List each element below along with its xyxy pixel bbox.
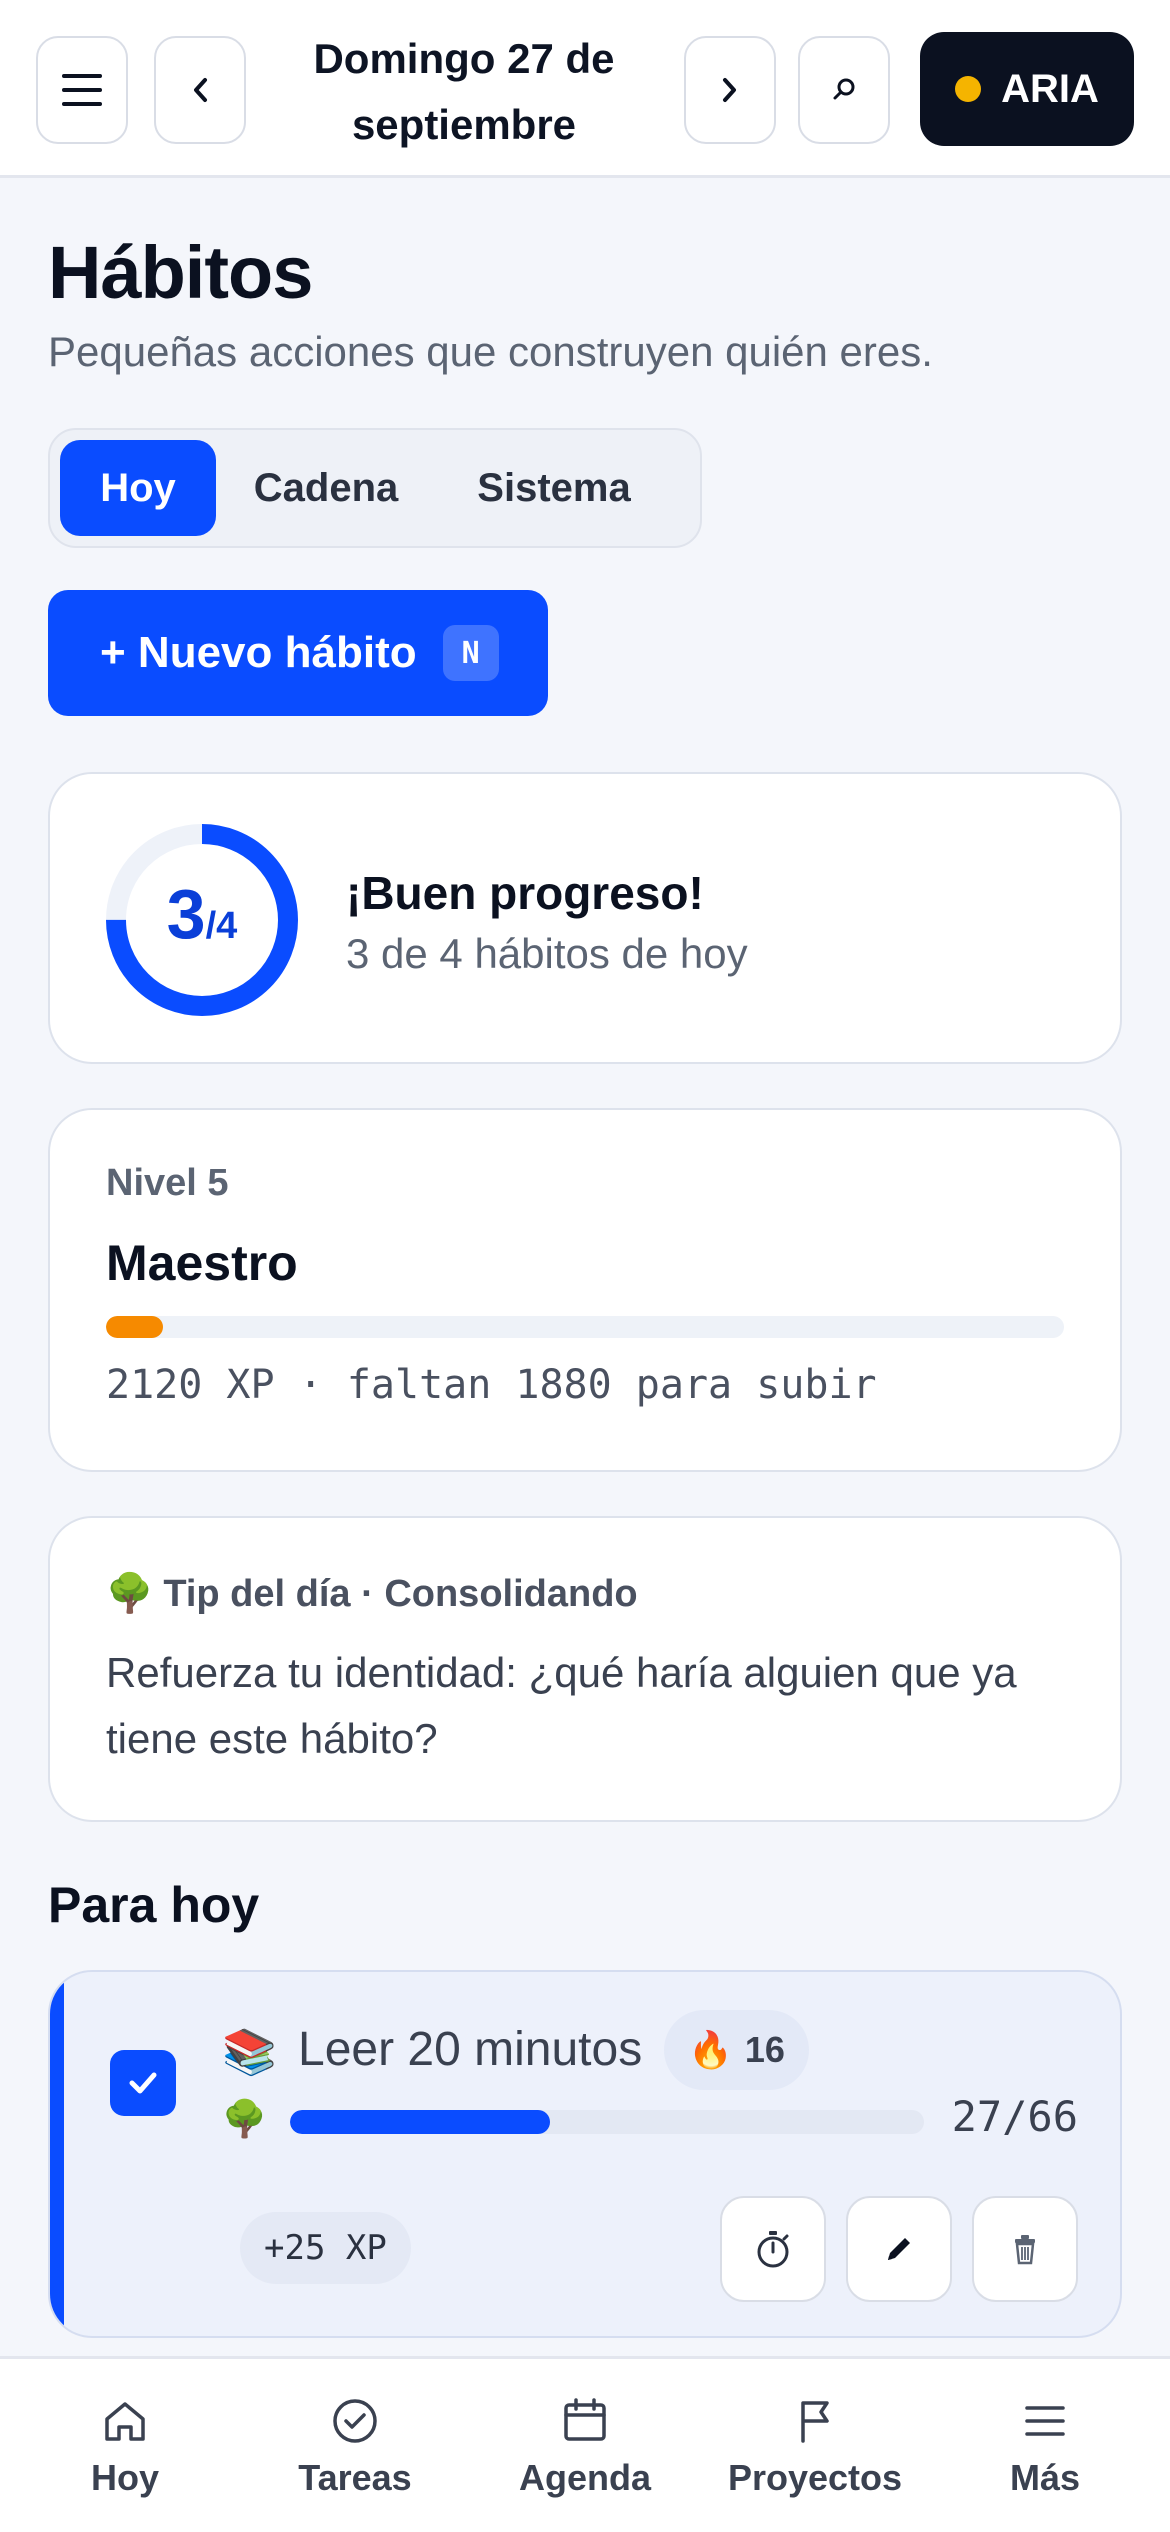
progress-ring-label: 3 /4 (104, 822, 300, 1018)
trash-icon (1015, 2235, 1035, 2265)
level-title: Maestro (106, 1235, 298, 1291)
new-habit-label: + Nuevo hábito (100, 628, 417, 677)
nav-item-agenda[interactable]: Agenda (468, 2359, 702, 2532)
nav-label-proyectos: Proyectos (727, 2457, 903, 2498)
tab-hoy[interactable]: Hoy (60, 440, 216, 536)
pencil-icon (888, 2238, 910, 2260)
nav-item-tareas[interactable]: Tareas (238, 2359, 472, 2532)
hamburger-icon (62, 74, 102, 106)
nav-label-hoy: Hoy (90, 2457, 159, 2498)
page-title: Hábitos (48, 231, 313, 314)
tree-icon: 🌳 (106, 1573, 154, 1615)
menu-button[interactable] (36, 36, 128, 144)
xp-reward-badge: +25 XP (240, 2212, 411, 2284)
level-progress-bar (106, 1316, 1064, 1338)
habit-progress-fill (290, 2110, 550, 2134)
nav-item-hoy[interactable]: Hoy (8, 2359, 242, 2532)
tip-heading: 🌳 Tip del día · Consolidando (106, 1572, 638, 1616)
habit-accent-bar (50, 1972, 64, 2336)
flag-icon (801, 2401, 829, 2443)
delete-button[interactable] (972, 2196, 1078, 2302)
edit-button[interactable] (846, 2196, 952, 2302)
tab-sistema[interactable]: Sistema (436, 440, 672, 536)
new-habit-button[interactable]: + Nuevo hábito N (48, 590, 548, 716)
progress-done: 3 (166, 875, 206, 953)
view-tabs: Hoy Cadena Sistema (48, 428, 702, 548)
status-dot-icon (955, 76, 982, 102)
date-line-1: Domingo 27 de (313, 35, 615, 82)
timer-button[interactable] (720, 2196, 826, 2302)
stage-tree-icon: 🌳 (222, 2098, 267, 2139)
search-button[interactable] (798, 36, 890, 144)
nav-item-mas[interactable]: Más (928, 2359, 1162, 2532)
daily-progress-card: 3 /4 ¡Buen progreso! 3 de 4 hábitos de h… (48, 772, 1122, 1064)
nav-label-mas: Más (1009, 2457, 1081, 2498)
tip-body: Refuerza tu identidad: ¿qué haría alguie… (106, 1649, 1017, 1762)
streak-count: 16 (744, 2029, 785, 2070)
aria-assistant-button[interactable]: ARIA (920, 32, 1134, 146)
prev-day-button[interactable] (154, 36, 246, 144)
tip-heading-text: Tip del día · Consolidando (163, 1572, 638, 1615)
date-line-2: septiembre (351, 101, 577, 148)
progress-total: /4 (205, 905, 238, 947)
habit-progress-count: 27/66 (951, 2092, 1078, 2141)
calendar-icon (564, 2398, 606, 2441)
bottom-navigation: Hoy Tareas Agenda Proyectos Más (0, 2356, 1170, 2532)
page-subtitle: Pequeñas acciones que construyen quién e… (48, 328, 933, 375)
search-icon (833, 78, 855, 100)
nav-item-proyectos[interactable]: Proyectos (698, 2359, 932, 2532)
shortcut-badge: N (442, 625, 499, 681)
habit-progress-bar (290, 2110, 924, 2134)
top-bar: Domingo 27 de septiembre ARIA (0, 0, 1170, 178)
menu-icon (1025, 2406, 1065, 2436)
level-xp-text: 2120 XP · faltan 1880 para subir (106, 1362, 877, 1408)
check-circle-icon (333, 2399, 377, 2443)
nav-label-agenda: Agenda (518, 2457, 651, 2498)
chevron-right-icon (723, 78, 736, 102)
current-date: Domingo 27 de septiembre (268, 26, 660, 158)
fire-icon: 🔥 (688, 2029, 733, 2070)
level-card: Nivel 5 Maestro 2120 XP · faltan 1880 pa… (48, 1108, 1122, 1472)
tab-cadena[interactable]: Cadena (226, 440, 426, 536)
daily-tip-card: 🌳 Tip del día · Consolidando Refuerza tu… (48, 1516, 1122, 1822)
next-day-button[interactable] (684, 36, 776, 144)
books-icon: 📚 (222, 2028, 277, 2077)
section-title-today: Para hoy (48, 1877, 260, 1933)
streak-badge: 🔥 16 (664, 2010, 809, 2090)
stopwatch-icon (757, 2231, 789, 2268)
level-progress-fill (106, 1316, 164, 1338)
chevron-left-icon (194, 78, 207, 102)
progress-title: ¡Buen progreso! (346, 867, 704, 919)
nav-label-tareas: Tareas (298, 2457, 412, 2498)
level-label: Nivel 5 (106, 1162, 229, 1204)
aria-label: ARIA (1001, 66, 1099, 111)
checkmark-icon (129, 2072, 157, 2094)
progress-ring: 3 /4 (104, 822, 300, 1018)
home-icon (105, 2402, 145, 2441)
progress-subtitle: 3 de 4 hábitos de hoy (346, 930, 748, 977)
habit-checkbox[interactable] (110, 2050, 176, 2116)
habit-name: Leer 20 minutos (298, 2023, 643, 2076)
habit-card: 📚 Leer 20 minutos 🔥 16 🌳 27/66 +25 XP (48, 1970, 1122, 2338)
